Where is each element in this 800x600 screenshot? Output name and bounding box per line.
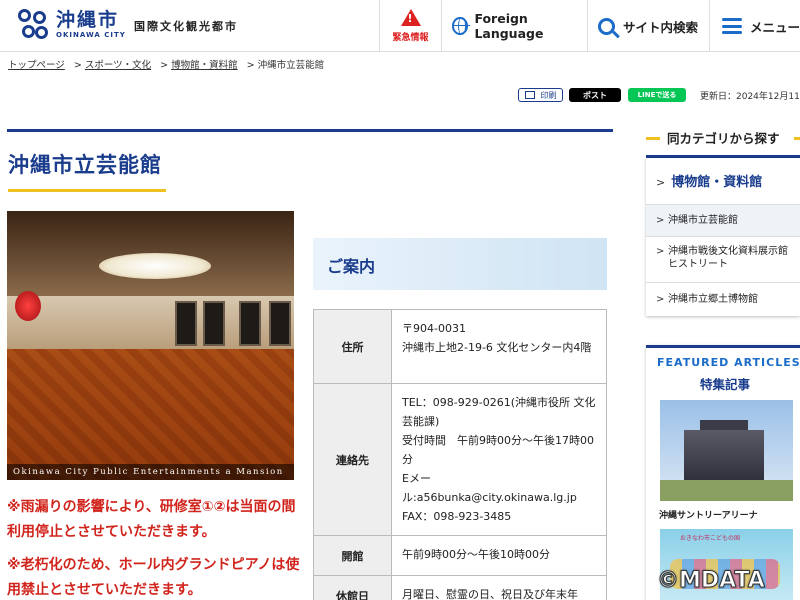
x-post-label: ポスト bbox=[583, 90, 607, 100]
notice-piano: ※老朽化のため、ホール内グランドピアノは使用禁止とさせていただきます。 bbox=[7, 557, 300, 598]
search-icon bbox=[598, 17, 615, 35]
featured-heading-en: FEATURED ARTICLES bbox=[657, 356, 800, 369]
emergency-info-button[interactable]: 緊急情報 bbox=[379, 0, 441, 52]
contact-email-link[interactable]: Eメール:a56bunka@city.okinawa.lg.jp bbox=[402, 469, 596, 507]
foreign-language-label: Foreign Language bbox=[474, 11, 544, 41]
table-row: 住所 〒904-0031 沖縄市上地2-19-6 文化センター内4階 bbox=[313, 309, 607, 384]
site-logo[interactable]: 沖縄市 OKINAWA CITY bbox=[18, 9, 126, 41]
table-row: 連絡先 TEL：098-929-0261(沖縄市役所 文化芸能課) 受付時間 午… bbox=[313, 383, 607, 536]
table-row: 開館 午前9時00分～午後10時00分 bbox=[313, 535, 607, 576]
breadcrumb-museums[interactable]: 博物館・資料館 bbox=[171, 60, 238, 71]
sidebar-item-historito[interactable]: 沖縄市戦後文化資料展示館ヒストリート bbox=[646, 236, 800, 282]
x-post-button[interactable]: ポスト bbox=[569, 88, 621, 102]
table-value-address: 〒904-0031 沖縄市上地2-19-6 文化センター内4階 bbox=[391, 309, 607, 384]
sidebar-heading-text: 同カテゴリから探す bbox=[667, 131, 780, 146]
sidebar-item-geinokan[interactable]: 沖縄市立芸能館 bbox=[646, 204, 800, 236]
table-value-contact: TEL：098-929-0261(沖縄市役所 文化芸能課) 受付時間 午前9時0… bbox=[391, 383, 607, 536]
site-search-label: サイト内検索 bbox=[623, 19, 699, 35]
featured-arena-caption[interactable]: 沖縄サントリーアリーナ bbox=[659, 508, 758, 521]
breadcrumb-sports-culture[interactable]: スポーツ・文化 bbox=[85, 60, 151, 71]
table-value-closed: 月曜日、慰霊の日、祝日及び年末年 bbox=[391, 575, 607, 600]
print-label: 印刷 bbox=[540, 90, 557, 100]
hall-lobby-photo: Okinawa City Public Entertainments a Man… bbox=[7, 211, 294, 480]
sidebar-heading: 同カテゴリから探す bbox=[646, 127, 800, 157]
photo-caption: Okinawa City Public Entertainments a Man… bbox=[7, 464, 294, 480]
sidebar-item-local-museum[interactable]: 沖縄市立郷土博物館 bbox=[646, 282, 800, 316]
site-header: 沖縄市 OKINAWA CITY 国際文化観光都市 緊急情報 Foreign L… bbox=[0, 0, 800, 52]
menu-button[interactable]: メニュー bbox=[709, 0, 800, 52]
line-share-button[interactable]: LINEで送る bbox=[628, 88, 686, 102]
breadcrumb-current: 沖縄市立芸能館 bbox=[257, 60, 325, 71]
table-value-hours: 午前9時00分～午後10時00分 bbox=[391, 535, 607, 576]
table-row: 休館日 月曜日、慰霊の日、祝日及び年末年 bbox=[313, 575, 607, 600]
page-title: 沖縄市立芸能館 bbox=[8, 153, 162, 177]
guide-heading-box: ご案内 bbox=[313, 238, 607, 290]
breadcrumb: トップページ > スポーツ・文化 > 博物館・資料館 > 沖縄市立芸能館 bbox=[8, 60, 325, 71]
table-label-contact: 連絡先 bbox=[313, 383, 392, 536]
emergency-label: 緊急情報 bbox=[392, 33, 429, 43]
watermark: ©MDATA bbox=[657, 568, 766, 594]
print-button[interactable]: 印刷 bbox=[518, 88, 563, 102]
sidebar-category-box: 博物館・資料館 沖縄市立芸能館 沖縄市戦後文化資料展示館ヒストリート 沖縄市立郷… bbox=[646, 158, 800, 316]
menu-label: メニュー bbox=[750, 19, 800, 35]
line-share-label: LINEで送る bbox=[637, 91, 677, 99]
title-underline bbox=[8, 189, 166, 192]
updated-date: 更新日：2024年12月11日 bbox=[700, 92, 800, 102]
logo-english: OKINAWA CITY bbox=[56, 31, 126, 39]
main-divider bbox=[7, 129, 613, 132]
featured-articles: FEATURED ARTICLES 特集記事 沖縄サントリーアリーナ おきなわ市… bbox=[646, 345, 800, 600]
site-search-button[interactable]: サイト内検索 bbox=[587, 0, 709, 52]
city-slogan: 国際文化観光都市 bbox=[134, 20, 238, 33]
table-label-address: 住所 bbox=[313, 309, 392, 384]
foreign-language-button[interactable]: Foreign Language bbox=[441, 0, 587, 52]
city-emblem-icon bbox=[18, 9, 50, 41]
sidebar-category-link[interactable]: 博物館・資料館 bbox=[656, 171, 762, 190]
facility-info-table: 住所 〒904-0031 沖縄市上地2-19-6 文化センター内4階 連絡先 T… bbox=[313, 309, 607, 600]
globe-icon bbox=[452, 17, 471, 35]
warning-icon bbox=[400, 9, 421, 26]
featured-heading-jp: 特集記事 bbox=[700, 377, 751, 392]
table-label-hours: 開館 bbox=[313, 535, 392, 576]
logo-japanese: 沖縄市 bbox=[56, 9, 120, 31]
featured-zoo-image-text: おきなわ市こどもの国 bbox=[680, 535, 741, 542]
featured-arena-image[interactable] bbox=[660, 400, 793, 501]
notice-training-room: ※雨漏りの影響により、研修室①②は当面の間利用停止とさせていただきます。 bbox=[7, 499, 296, 540]
guide-heading: ご案内 bbox=[327, 257, 376, 276]
breadcrumb-home[interactable]: トップページ bbox=[8, 60, 65, 71]
table-label-closed: 休館日 bbox=[313, 575, 392, 600]
hamburger-menu-icon bbox=[722, 18, 742, 34]
